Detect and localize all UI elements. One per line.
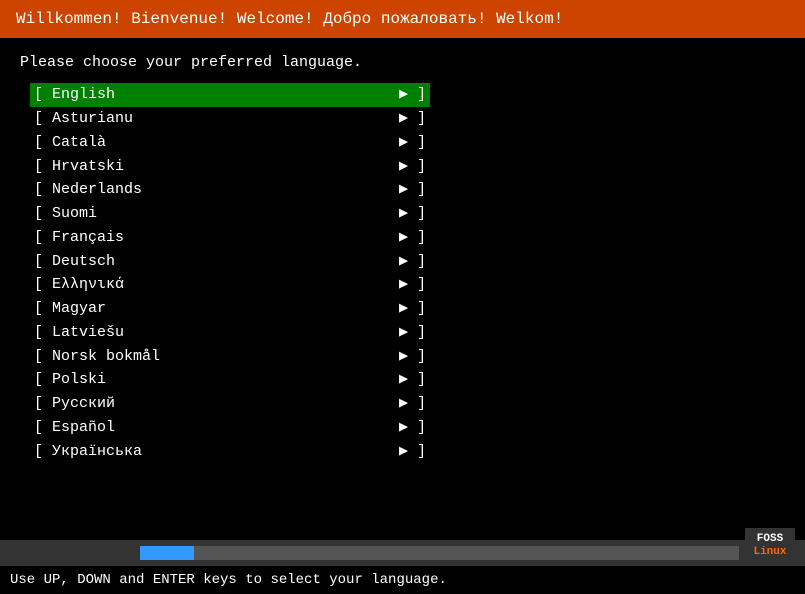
prompt-text: Please choose your preferred language. (20, 54, 785, 71)
language-item[interactable]: [ Suomi▶ ] (30, 202, 430, 226)
main-content: Please choose your preferred language. [… (0, 38, 805, 479)
header-banner: Willkommen! Bienvenue! Welcome! Добро по… (0, 0, 805, 38)
progress-area: 1 / 11 (140, 545, 795, 561)
progress-track (140, 546, 739, 560)
language-item[interactable]: [ Hrvatski▶ ] (30, 155, 430, 179)
language-list: [ English▶ ][ Asturianu▶ ][ Català▶ ][ H… (30, 83, 430, 463)
foss-linux-badge: FOSS Linux (745, 528, 795, 564)
progress-bar-row: 1 / 11 FOSS Linux (0, 540, 805, 566)
language-item[interactable]: [ Nederlands▶ ] (30, 178, 430, 202)
banner-text: Willkommen! Bienvenue! Welcome! Добро по… (16, 10, 563, 28)
foss-text: FOSS (757, 533, 783, 546)
language-item[interactable]: [ Magyar▶ ] (30, 297, 430, 321)
language-item[interactable]: [ Ελληνικά▶ ] (30, 273, 430, 297)
language-item[interactable]: [ English▶ ] (30, 83, 430, 107)
language-item[interactable]: [ Català▶ ] (30, 131, 430, 155)
language-item[interactable]: [ Asturianu▶ ] (30, 107, 430, 131)
progress-fill (140, 546, 194, 560)
language-item[interactable]: [ Latviešu▶ ] (30, 321, 430, 345)
language-item[interactable]: [ Українська▶ ] (30, 440, 430, 464)
language-item[interactable]: [ Español▶ ] (30, 416, 430, 440)
footer-hint: Use UP, DOWN and ENTER keys to select yo… (0, 566, 805, 594)
language-item[interactable]: [ Norsk bokmål▶ ] (30, 345, 430, 369)
footer: 1 / 11 FOSS Linux Use UP, DOWN and ENTER… (0, 540, 805, 594)
language-item[interactable]: [ Français▶ ] (30, 226, 430, 250)
language-item[interactable]: [ Deutsch▶ ] (30, 250, 430, 274)
linux-text: Linux (753, 546, 786, 559)
language-item[interactable]: [ Русский▶ ] (30, 392, 430, 416)
language-item[interactable]: [ Polski▶ ] (30, 368, 430, 392)
